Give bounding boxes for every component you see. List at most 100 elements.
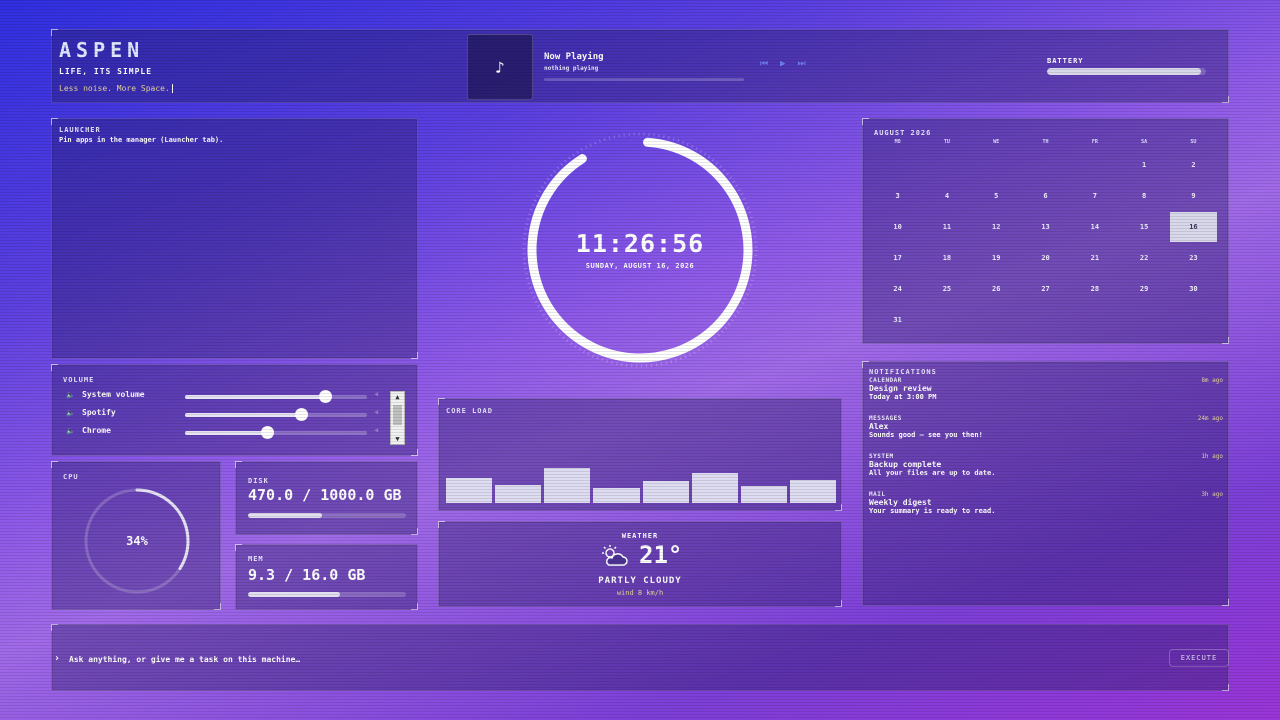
play-icon[interactable]: ▶ [780,59,785,69]
notification-app: CALENDAR [869,377,902,384]
calendar-day[interactable]: 29 [1119,273,1168,304]
calendar-day[interactable]: 28 [1070,273,1119,304]
calendar-day[interactable]: 5 [972,180,1021,211]
now-playing-track: nothing playing [544,65,599,72]
calendar-day[interactable]: 25 [922,273,971,304]
calendar-day-number: 27 [1041,284,1050,293]
volume-fill [185,431,267,435]
volume-slider[interactable] [185,390,367,403]
calendar-panel: AUGUST 2026 MO TU WE TH FR SA SU 1 2 3 4 5 6 7 8 9 10 11 1… [862,118,1229,344]
motto-text: Less noise. More Space. [59,84,170,93]
volume-row: 🔈 Chrome ◀ [66,425,386,439]
command-input[interactable] [69,652,669,666]
launcher-title: LAUNCHER [59,126,101,134]
calendar-day[interactable]: 9 [1169,180,1218,211]
calendar-day[interactable]: 7 [1070,180,1119,211]
calendar-blank [1021,149,1070,180]
calendar-day[interactable]: 10 [873,211,922,242]
previous-track-icon[interactable]: ⏮ [760,59,768,69]
speaker-icon[interactable]: 🔈 [66,427,75,435]
notification-item[interactable]: CALENDAR 8m ago Design review Today at 3:00… [869,377,1223,401]
brand-title: ASPEN [59,38,145,62]
calendar-weekday: TH [1042,139,1049,145]
notification-body: Your summary is ready to read. [869,507,996,515]
prompt-chevron-icon: › [54,653,61,664]
volume-slider[interactable] [185,426,367,439]
disk-panel: DISK 470.0 / 1000.0 GB [235,461,418,535]
calendar-weekday: FR [1091,139,1098,145]
notification-time: 3h ago [1201,491,1223,498]
calendar-day[interactable]: 14 [1070,211,1119,242]
cpu-value: 34% [126,534,148,548]
battery-bar [1047,68,1206,75]
notification-title: Weekly digest [869,498,932,507]
calendar-day[interactable]: 1 [1119,149,1168,180]
calendar-day[interactable]: 4 [922,180,971,211]
scroll-thumb[interactable] [393,405,402,425]
calendar-day[interactable]: 26 [972,273,1021,304]
speaker-icon[interactable]: 🔈 [66,409,75,417]
volume-scrollbar[interactable]: ▲ ▼ [390,391,405,445]
calendar-weekday: MO [894,139,901,145]
core-bar-5 [642,480,689,503]
calendar-day-number: 25 [942,284,952,293]
calendar-today[interactable]: 16 [1169,211,1218,242]
calendar-day[interactable]: 13 [1021,211,1070,242]
calendar-day[interactable]: 30 [1169,273,1218,304]
calendar-day[interactable]: 15 [1119,211,1168,242]
calendar-day[interactable]: 8 [1119,180,1168,211]
calendar-day[interactable]: 20 [1021,242,1070,273]
calendar-day[interactable]: 2 [1169,149,1218,180]
mute-icon[interactable]: ◀ [374,408,378,416]
calendar-day[interactable]: 31 [873,304,922,335]
calendar-day[interactable]: 19 [972,242,1021,273]
calendar-day[interactable]: 17 [873,242,922,273]
calendar-day[interactable]: 6 [1021,180,1070,211]
calendar-day[interactable]: 18 [922,242,971,273]
scroll-down-icon[interactable]: ▼ [391,434,404,444]
mute-icon[interactable]: ◀ [374,426,378,434]
execute-button[interactable]: EXECUTE [1169,649,1229,667]
battery-label: BATTERY [1047,57,1084,65]
scroll-up-icon[interactable]: ▲ [391,392,404,402]
calendar-day-number: 26 [992,284,1001,293]
calendar-day[interactable]: 11 [922,211,971,242]
volume-slider[interactable] [185,408,367,421]
next-track-icon[interactable]: ⏭ [798,59,806,69]
calendar-day[interactable]: 3 [873,180,922,211]
clock-time: 11:26:56 [575,229,705,258]
volume-knob[interactable] [260,426,274,439]
speaker-icon[interactable]: 🔈 [66,391,75,399]
calendar-day[interactable]: 22 [1119,242,1168,273]
notifications-title: NOTIFICATIONS [869,368,937,376]
core-bar-7 [740,486,787,503]
partly-cloudy-icon [602,545,628,566]
weather-temperature: 21° [639,541,683,569]
calendar-day[interactable]: 27 [1021,273,1070,304]
calendar-day[interactable]: 12 [972,211,1021,242]
music-note-icon: ♪ [495,57,505,77]
calendar-day-number: 16 [1169,211,1217,242]
weather-wind: wind 8 km/h [616,589,664,597]
notification-item[interactable]: SYSTEM 1h ago Backup complete All your file… [869,453,1223,477]
volume-fill [185,413,302,417]
calendar-day-number: 14 [1090,222,1100,231]
now-playing-progress[interactable] [544,78,744,81]
volume-knob[interactable] [295,408,309,421]
volume-knob[interactable] [319,390,333,403]
mute-icon[interactable]: ◀ [374,390,378,398]
cpu-panel: CPU 34% [51,461,221,610]
calendar-day[interactable]: 23 [1169,242,1218,273]
calendar-day[interactable]: 21 [1070,242,1119,273]
notification-item[interactable]: MESSAGES 24m ago Alex Sounds good — see you… [869,415,1223,439]
calendar-day[interactable]: 24 [873,273,922,304]
calendar-day-number: 21 [1090,253,1100,262]
notification-title: Alex [869,422,889,431]
calendar-day-number: 19 [992,253,1001,262]
calendar-blank [972,149,1021,180]
clock-date: SUNDAY, AUGUST 16, 2026 [585,262,695,270]
volume-title: VOLUME [63,376,95,384]
calendar-day-number: 5 [994,191,999,200]
album-art[interactable]: ♪ [467,34,533,100]
notification-item[interactable]: MAIL 3h ago Weekly digest Your summary is r… [869,491,1223,515]
